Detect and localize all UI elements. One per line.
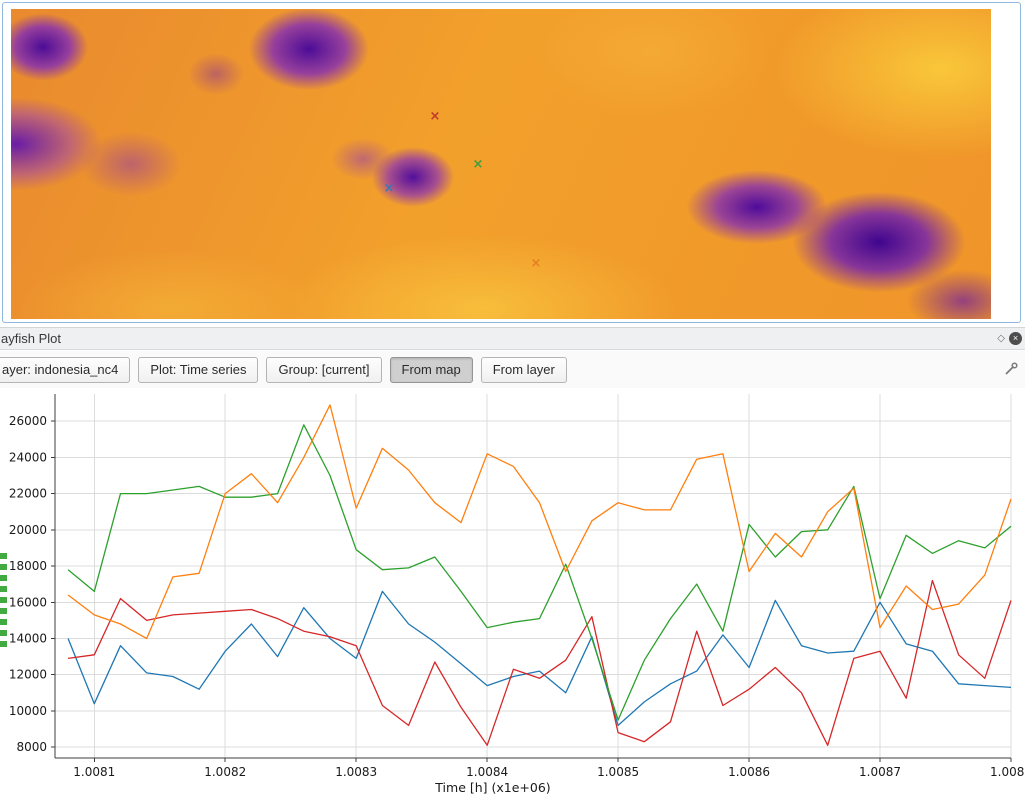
y-tick-label: 24000 bbox=[9, 450, 47, 464]
x-tick-label: 1.0082 bbox=[204, 765, 246, 779]
panel-title: ayfish Plot bbox=[1, 331, 61, 346]
plot-settings-icon[interactable] bbox=[1004, 361, 1019, 381]
x-tick-label: 1.0086 bbox=[728, 765, 770, 779]
x-tick-label: 1.0087 bbox=[859, 765, 901, 779]
from-layer-button[interactable]: From layer bbox=[481, 357, 567, 383]
group-button[interactable]: Group: [current] bbox=[266, 357, 381, 383]
map-canvas[interactable]: × × × × bbox=[11, 9, 991, 319]
panel-header: ayfish Plot ◇ × bbox=[0, 327, 1025, 350]
marker-orange: × bbox=[531, 257, 542, 270]
float-icon[interactable]: ◇ bbox=[997, 333, 1005, 344]
timeseries-chart: 8000 10000 12000 14000 16000 18000 20000 22000 2… bbox=[0, 388, 1025, 800]
x-tick-label: 1.0083 bbox=[335, 765, 377, 779]
close-icon[interactable]: × bbox=[1009, 332, 1022, 345]
qgis-crayfish-plot-panel: { "window": { "title": "ayfish Plot", "f… bbox=[0, 0, 1025, 800]
from-map-button[interactable]: From map bbox=[390, 357, 473, 383]
y-axis-title-clipped bbox=[0, 553, 7, 648]
marker-blue: × bbox=[384, 182, 395, 195]
y-tick-label: 12000 bbox=[9, 668, 47, 682]
plot-toolbar: ayer: indonesia_nc4 Plot: Time series Gr… bbox=[0, 351, 1025, 388]
plot-area: 8000 10000 12000 14000 16000 18000 20000 22000 2… bbox=[0, 388, 1025, 800]
y-tick-label: 14000 bbox=[9, 631, 47, 645]
series-point-orange bbox=[68, 405, 1011, 639]
y-tick-label: 26000 bbox=[9, 414, 47, 428]
y-tick-label: 16000 bbox=[9, 595, 47, 609]
y-tick-label: 8000 bbox=[16, 740, 47, 754]
x-tick-label: 1.0081 bbox=[73, 765, 115, 779]
layer-button[interactable]: ayer: indonesia_nc4 bbox=[0, 357, 130, 383]
series-point-red bbox=[68, 581, 1011, 746]
y-tick-label: 20000 bbox=[9, 523, 47, 537]
x-tick-label: 1.0088 bbox=[990, 765, 1025, 779]
marker-red: × bbox=[430, 110, 441, 123]
series-point-blue bbox=[68, 591, 1011, 725]
y-tick-label: 18000 bbox=[9, 559, 47, 573]
x-axis-title: Time [h] (x1e+06) bbox=[434, 780, 550, 795]
plot-type-button[interactable]: Plot: Time series bbox=[138, 357, 258, 383]
y-tick-label: 10000 bbox=[9, 704, 47, 718]
y-tick-label: 22000 bbox=[9, 487, 47, 501]
marker-green: × bbox=[473, 158, 484, 171]
x-tick-label: 1.0084 bbox=[466, 765, 508, 779]
x-tick-label: 1.0085 bbox=[597, 765, 639, 779]
map-frame: × × × × bbox=[2, 2, 1021, 323]
